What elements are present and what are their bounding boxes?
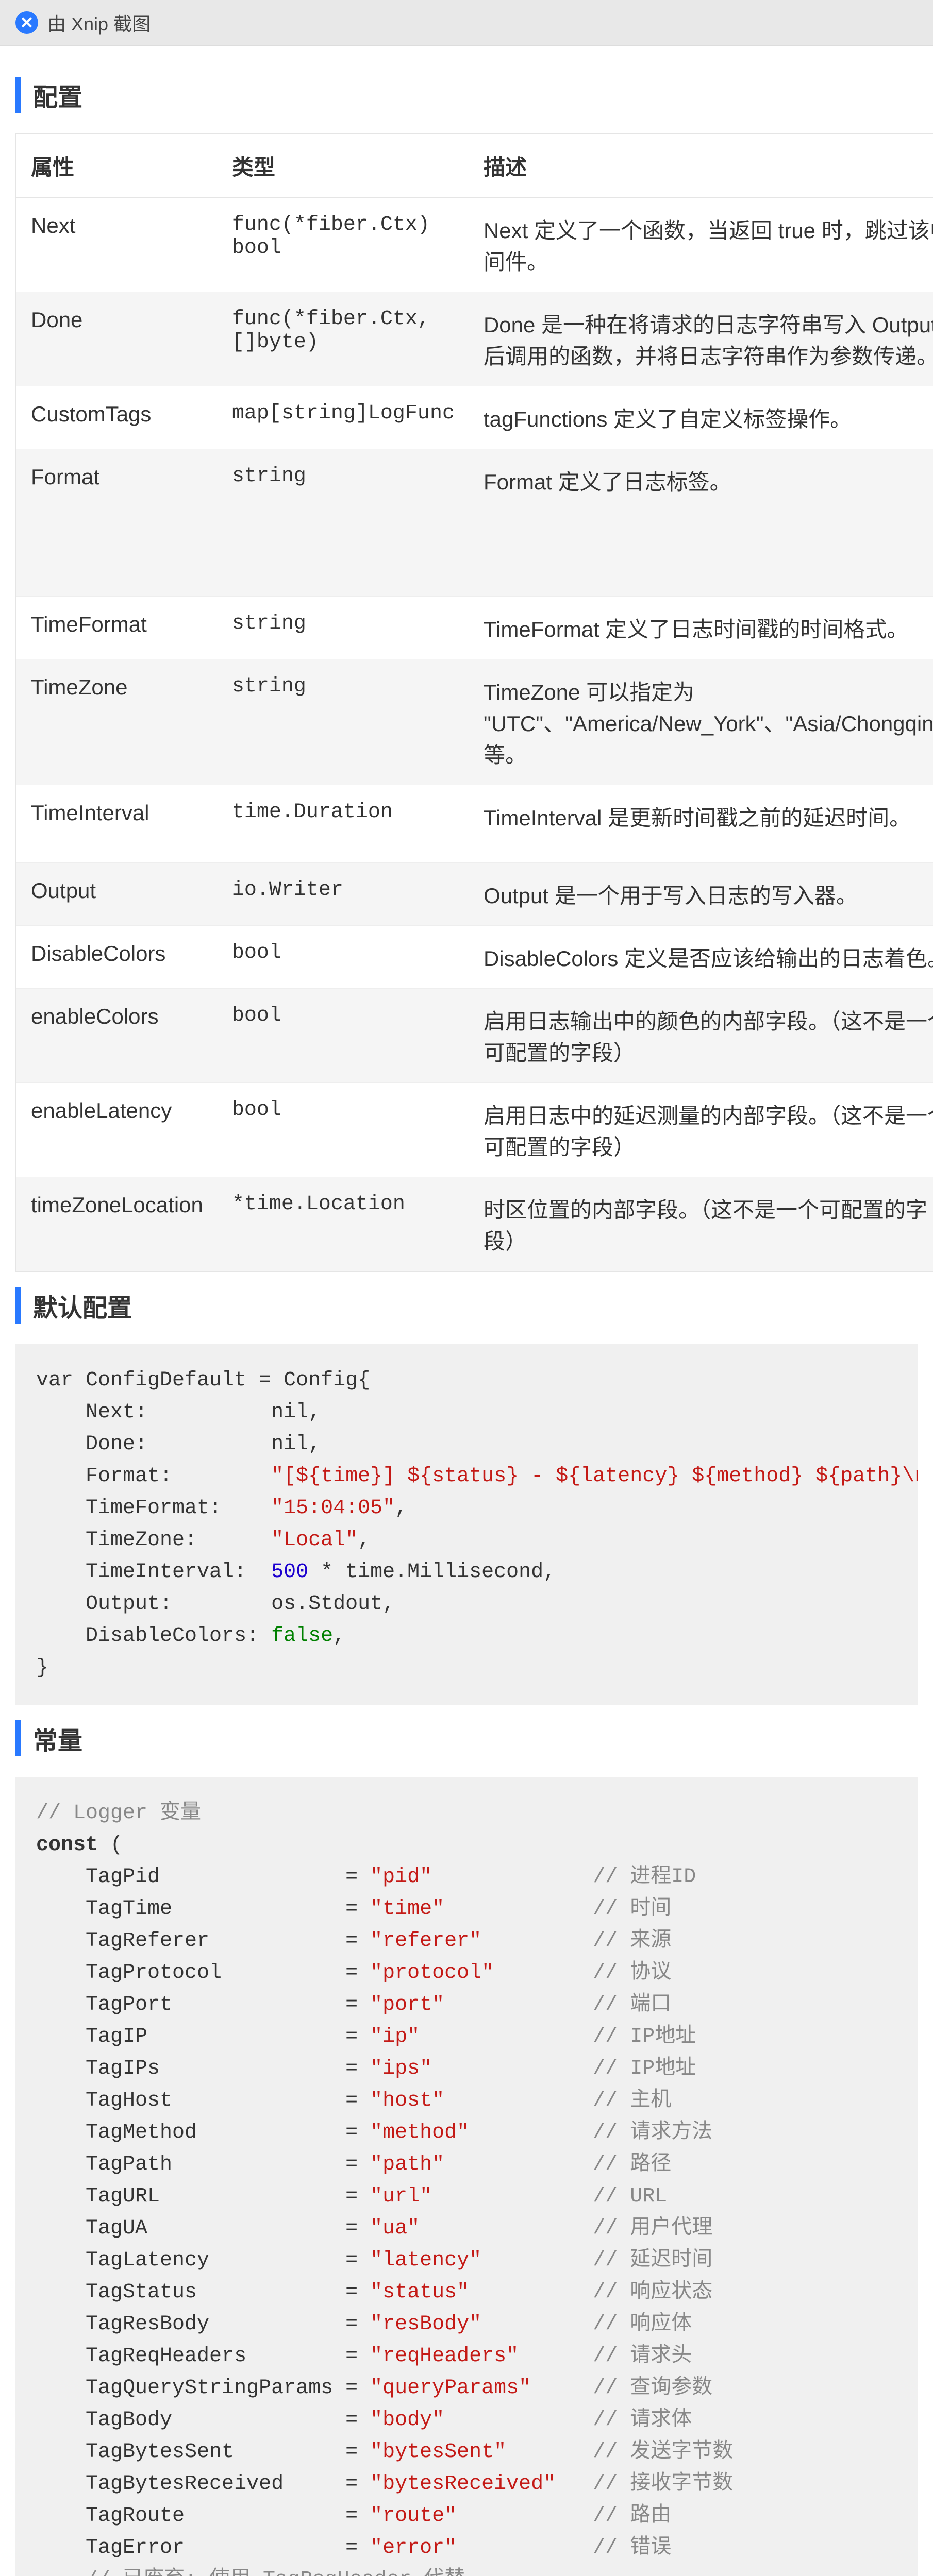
cell-desc: Next 定义了一个函数，当返回 true 时，跳过该中间件。 bbox=[469, 197, 933, 292]
th-type: 类型 bbox=[218, 134, 469, 197]
heading-default-config: 默认配置 bbox=[15, 1287, 918, 1324]
table-row: CustomTagsmap[string]LogFunctagFunctions… bbox=[16, 386, 933, 449]
cell-desc: tagFunctions 定义了自定义标签操作。 bbox=[469, 386, 933, 449]
cell-desc: Output 是一个用于写入日志的写入器。 bbox=[469, 863, 933, 926]
cell-attr: Done bbox=[16, 292, 218, 386]
table-row: Outputio.WriterOutput 是一个用于写入日志的写入器。os.S… bbox=[16, 863, 933, 926]
cell-attr: timeZoneLocation bbox=[16, 1177, 218, 1272]
cell-type: io.Writer bbox=[218, 863, 469, 926]
cell-type: func(*fiber.Ctx) bool bbox=[218, 197, 469, 292]
table-row: TimeIntervaltime.DurationTimeInterval 是更… bbox=[16, 785, 933, 863]
table-row: FormatstringFormat 定义了日志标签。[${time}] ${s… bbox=[16, 449, 933, 597]
cell-attr: TimeFormat bbox=[16, 597, 218, 659]
cell-attr: DisableColors bbox=[16, 926, 218, 989]
cell-desc: TimeFormat 定义了日志时间戳的时间格式。 bbox=[469, 597, 933, 659]
cell-desc: TimeZone 可以指定为 "UTC"、"America/New_York"、… bbox=[469, 659, 933, 785]
cell-attr: TimeInterval bbox=[16, 785, 218, 863]
cell-type: time.Duration bbox=[218, 785, 469, 863]
cell-desc: 启用日志输出中的颜色的内部字段。（这不是一个可配置的字段） bbox=[469, 989, 933, 1083]
cell-desc: Format 定义了日志标签。 bbox=[469, 449, 933, 597]
cell-attr: CustomTags bbox=[16, 386, 218, 449]
cell-attr: enableLatency bbox=[16, 1083, 218, 1177]
cell-desc: 时区位置的内部字段。（这不是一个可配置的字段） bbox=[469, 1177, 933, 1272]
table-row: Donefunc(*fiber.Ctx, []byte)Done 是一种在将请求… bbox=[16, 292, 933, 386]
cell-attr: Format bbox=[16, 449, 218, 597]
table-row: enableLatencybool启用日志中的延迟测量的内部字段。（这不是一个可… bbox=[16, 1083, 933, 1177]
cell-desc: DisableColors 定义是否应该给输出的日志着色。 bbox=[469, 926, 933, 989]
table-row: timeZoneLocation*time.Location时区位置的内部字段。… bbox=[16, 1177, 933, 1272]
cell-type: bool bbox=[218, 926, 469, 989]
xnip-bar: ✕ 由 Xnip 截图 bbox=[0, 0, 933, 46]
const-code: // Logger 变量 const ( TagPid = "pid" // 进… bbox=[15, 1777, 918, 2576]
cell-type: func(*fiber.Ctx, []byte) bbox=[218, 292, 469, 386]
table-row: Nextfunc(*fiber.Ctx) boolNext 定义了一个函数，当返… bbox=[16, 197, 933, 292]
cell-attr: TimeZone bbox=[16, 659, 218, 785]
xnip-icon: ✕ bbox=[15, 11, 38, 34]
xnip-label: 由 Xnip 截图 bbox=[47, 9, 151, 36]
cell-type: string bbox=[218, 449, 469, 597]
th-desc: 描述 bbox=[469, 134, 933, 197]
table-row: enableColorsbool启用日志输出中的颜色的内部字段。（这不是一个可配… bbox=[16, 989, 933, 1083]
table-row: TimeFormatstringTimeFormat 定义了日志时间戳的时间格式… bbox=[16, 597, 933, 659]
cell-type: map[string]LogFunc bbox=[218, 386, 469, 449]
cell-attr: Output bbox=[16, 863, 218, 926]
th-attr: 属性 bbox=[16, 134, 218, 197]
table-row: TimeZonestringTimeZone 可以指定为 "UTC"、"Amer… bbox=[16, 659, 933, 785]
cell-desc: Done 是一种在将请求的日志字符串写入 Output 后调用的函数，并将日志字… bbox=[469, 292, 933, 386]
cell-attr: enableColors bbox=[16, 989, 218, 1083]
config-table: 属性 类型 描述 默认值 Nextfunc(*fiber.Ctx) boolNe… bbox=[15, 133, 933, 1272]
cell-type: string bbox=[218, 659, 469, 785]
cell-type: bool bbox=[218, 1083, 469, 1177]
heading-const: 常量 bbox=[15, 1720, 918, 1756]
cell-type: string bbox=[218, 597, 469, 659]
cell-type: bool bbox=[218, 989, 469, 1083]
cell-attr: Next bbox=[16, 197, 218, 292]
default-config-code: var ConfigDefault = Config{ Next: nil, D… bbox=[15, 1344, 918, 1705]
cell-desc: 启用日志中的延迟测量的内部字段。（这不是一个可配置的字段） bbox=[469, 1083, 933, 1177]
table-row: DisableColorsboolDisableColors 定义是否应该给输出… bbox=[16, 926, 933, 989]
heading-config: 配置 bbox=[15, 77, 918, 113]
cell-type: *time.Location bbox=[218, 1177, 469, 1272]
cell-desc: TimeInterval 是更新时间戳之前的延迟时间。 bbox=[469, 785, 933, 863]
